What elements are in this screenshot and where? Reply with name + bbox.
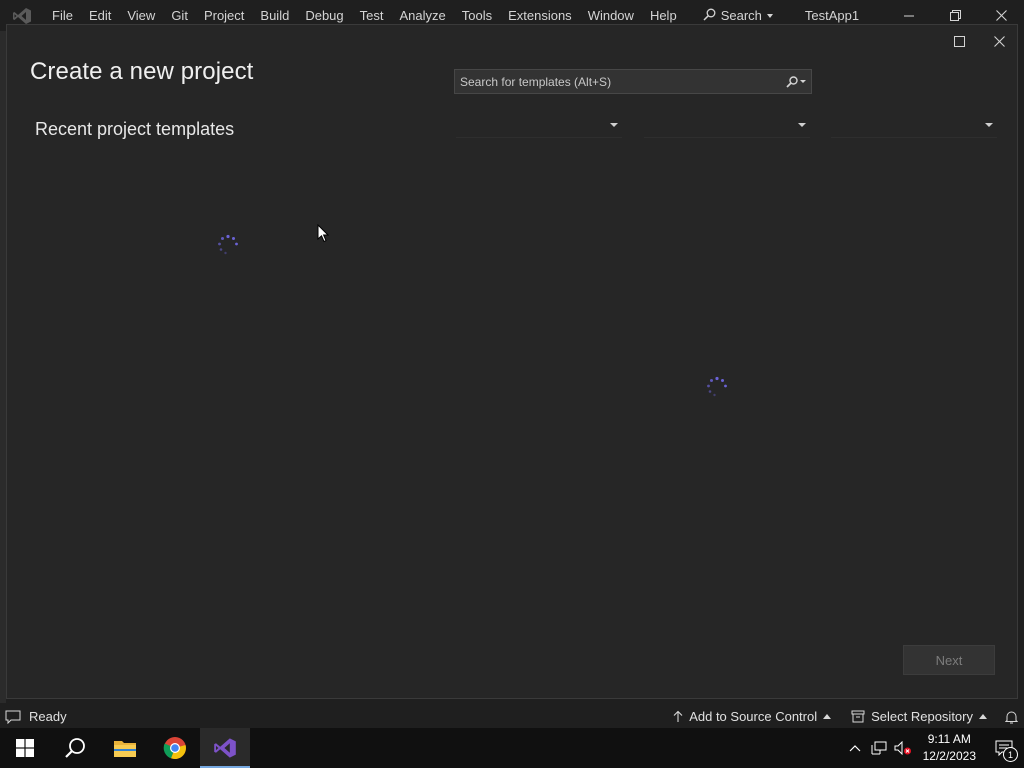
restore-icon bbox=[949, 10, 961, 21]
status-ready: Ready bbox=[0, 709, 67, 724]
next-button[interactable]: Next bbox=[903, 645, 995, 675]
repository-icon bbox=[851, 710, 865, 723]
chevron-down-icon bbox=[798, 123, 806, 127]
create-project-dialog: Create a new project Recent project temp… bbox=[6, 24, 1018, 699]
search-icon bbox=[703, 8, 716, 24]
windows-logo-icon bbox=[16, 739, 34, 757]
chevron-down-icon bbox=[800, 80, 806, 83]
taskbar-visual-studio[interactable] bbox=[200, 728, 250, 768]
network-button[interactable] bbox=[867, 728, 891, 768]
dialog-title: Create a new project bbox=[30, 58, 254, 85]
maximize-icon bbox=[953, 35, 965, 47]
taskbar-file-explorer[interactable] bbox=[100, 728, 150, 768]
global-search-label: Search bbox=[720, 8, 762, 23]
output-icon bbox=[5, 710, 21, 724]
file-explorer-icon bbox=[114, 741, 136, 757]
clock-time: 9:11 AM bbox=[927, 732, 971, 746]
language-filter-dropdown[interactable] bbox=[456, 113, 622, 138]
template-search-button[interactable] bbox=[781, 70, 811, 93]
platform-filter-dropdown[interactable] bbox=[644, 113, 810, 138]
start-button[interactable] bbox=[0, 728, 50, 768]
add-to-source-control-label: Add to Source Control bbox=[689, 709, 818, 724]
solution-title: TestApp1 bbox=[804, 8, 860, 23]
close-icon bbox=[993, 35, 1005, 47]
search-icon bbox=[786, 75, 798, 88]
status-bar: Ready Add to Source Control Select Repos… bbox=[0, 705, 1024, 728]
taskbar-search-button[interactable] bbox=[50, 728, 100, 768]
status-ready-label: Ready bbox=[29, 709, 67, 724]
chevron-down-icon bbox=[985, 123, 993, 127]
close-icon bbox=[995, 10, 1007, 21]
windows-taskbar: 9:11 AM 12/2/2023 1 bbox=[0, 728, 1024, 768]
all-templates-loading-spinner-icon bbox=[707, 376, 727, 397]
chevron-up-icon bbox=[979, 714, 987, 719]
dialog-maximize-button[interactable] bbox=[945, 29, 973, 53]
chevron-down-icon bbox=[610, 123, 618, 127]
add-to-source-control-button[interactable]: Add to Source Control bbox=[663, 705, 841, 728]
select-repository-label: Select Repository bbox=[871, 709, 973, 724]
minimize-icon bbox=[904, 15, 914, 16]
notifications-button[interactable] bbox=[997, 705, 1024, 728]
select-repository-button[interactable]: Select Repository bbox=[841, 705, 997, 728]
system-tray: 9:11 AM 12/2/2023 1 bbox=[843, 728, 1024, 768]
bell-icon bbox=[1005, 711, 1018, 723]
show-hidden-icons-button[interactable] bbox=[843, 728, 867, 768]
mouse-cursor-icon bbox=[317, 224, 329, 243]
volume-button[interactable] bbox=[891, 728, 915, 768]
chevron-up-icon bbox=[823, 714, 832, 719]
recent-templates-loading-spinner-icon bbox=[218, 234, 238, 255]
dialog-close-button[interactable] bbox=[985, 29, 1013, 53]
template-search-input[interactable] bbox=[455, 70, 781, 93]
template-search-box bbox=[454, 69, 812, 94]
visual-studio-icon bbox=[214, 738, 236, 758]
action-center-button[interactable]: 1 bbox=[984, 728, 1024, 768]
arrow-up-icon bbox=[673, 710, 683, 722]
clock-date: 12/2/2023 bbox=[922, 749, 976, 763]
search-icon bbox=[65, 738, 85, 758]
taskbar-chrome[interactable] bbox=[150, 728, 200, 768]
recent-templates-heading: Recent project templates bbox=[35, 119, 235, 139]
chevron-down-icon bbox=[766, 13, 773, 18]
network-icon bbox=[871, 741, 887, 755]
chrome-icon bbox=[163, 737, 186, 760]
chevron-up-icon bbox=[849, 745, 861, 752]
notification-count-badge: 1 bbox=[1003, 747, 1018, 762]
status-right-group: Add to Source Control Select Repository bbox=[663, 705, 1024, 728]
taskbar-clock[interactable]: 9:11 AM 12/2/2023 bbox=[915, 731, 984, 765]
volume-muted-icon bbox=[894, 741, 911, 755]
project-type-filter-dropdown[interactable] bbox=[831, 113, 997, 138]
